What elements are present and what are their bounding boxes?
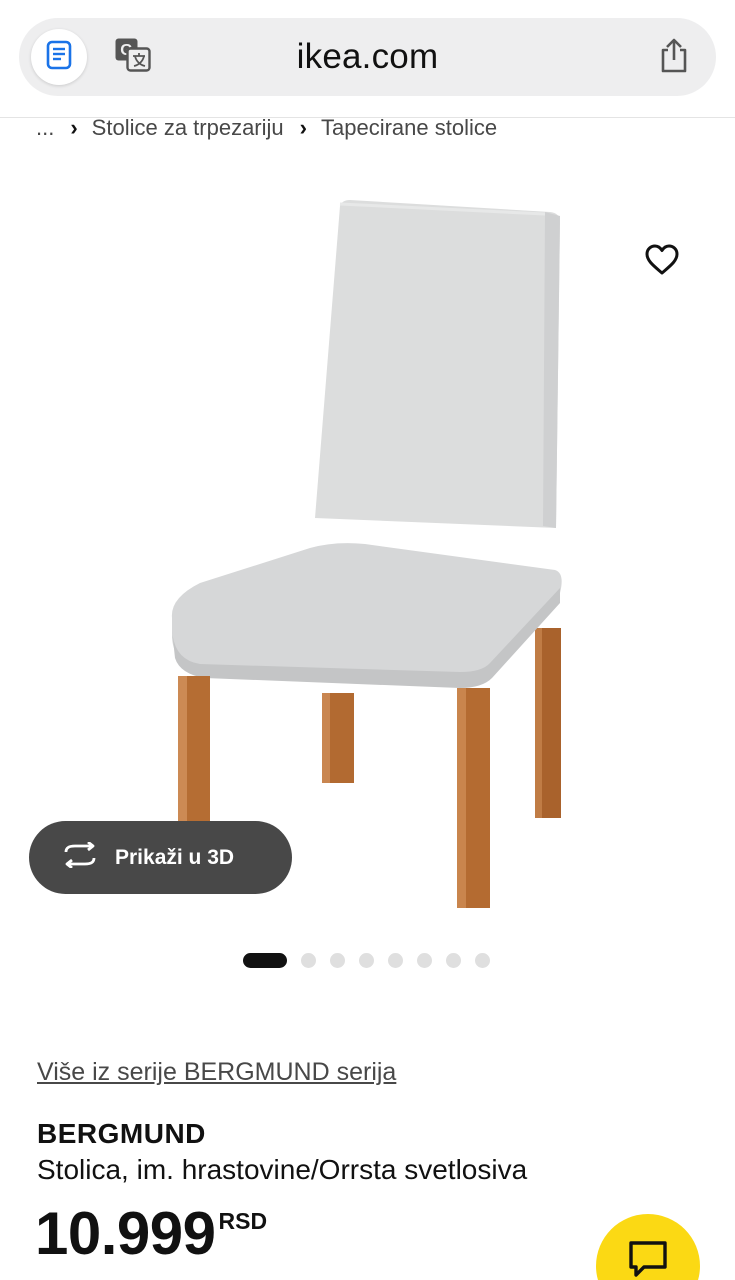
share-icon xyxy=(658,37,690,78)
pagination-dot-2[interactable] xyxy=(301,952,316,968)
image-pagination xyxy=(243,952,504,968)
chat-icon xyxy=(628,1240,668,1280)
pagination-dot-1[interactable] xyxy=(243,952,287,968)
view-3d-label: Prikaži u 3D xyxy=(115,845,235,869)
favorite-button[interactable] xyxy=(640,240,684,284)
price-value: 10.999 xyxy=(35,1200,216,1267)
pagination-dot-4[interactable] xyxy=(359,952,374,968)
pagination-dot-8[interactable] xyxy=(475,952,490,968)
product-description: Stolica, im. hrastovine/Orrsta svetlosiv… xyxy=(37,1154,528,1185)
price-currency: RSD xyxy=(218,1208,268,1234)
product-price: 10.999 RSD xyxy=(35,1202,267,1266)
chat-button[interactable] xyxy=(596,1214,700,1280)
chevron-right-icon: › xyxy=(299,115,307,140)
view-3d-button[interactable]: Prikaži u 3D xyxy=(29,821,292,894)
breadcrumb-ellipsis[interactable]: ... xyxy=(36,115,54,141)
breadcrumb: ... › Stolice za trpezariju › Tapecirane… xyxy=(36,112,497,144)
breadcrumb-upholstered-chairs[interactable]: Tapecirane stolice xyxy=(321,115,497,141)
product-image-gallery[interactable]: Prikaži u 3D xyxy=(0,150,735,930)
chevron-right-icon: › xyxy=(70,115,78,140)
breadcrumb-dining-chairs[interactable]: Stolice za trpezariju xyxy=(92,115,284,141)
address-bar[interactable]: G ikea.com xyxy=(19,18,716,96)
url-text[interactable]: ikea.com xyxy=(19,18,716,96)
rotate-3d-icon xyxy=(61,840,99,873)
heart-icon xyxy=(644,244,680,281)
pagination-dot-3[interactable] xyxy=(330,952,345,968)
pagination-dot-5[interactable] xyxy=(388,952,403,968)
product-image xyxy=(171,200,562,908)
product-name: BERGMUND xyxy=(37,1118,206,1149)
pagination-dot-6[interactable] xyxy=(417,952,432,968)
share-button[interactable] xyxy=(654,37,694,77)
series-link[interactable]: Više iz serije BERGMUND serija xyxy=(37,1058,396,1087)
pagination-dot-7[interactable] xyxy=(446,952,461,968)
browser-toolbar: G ikea.com xyxy=(0,0,735,118)
